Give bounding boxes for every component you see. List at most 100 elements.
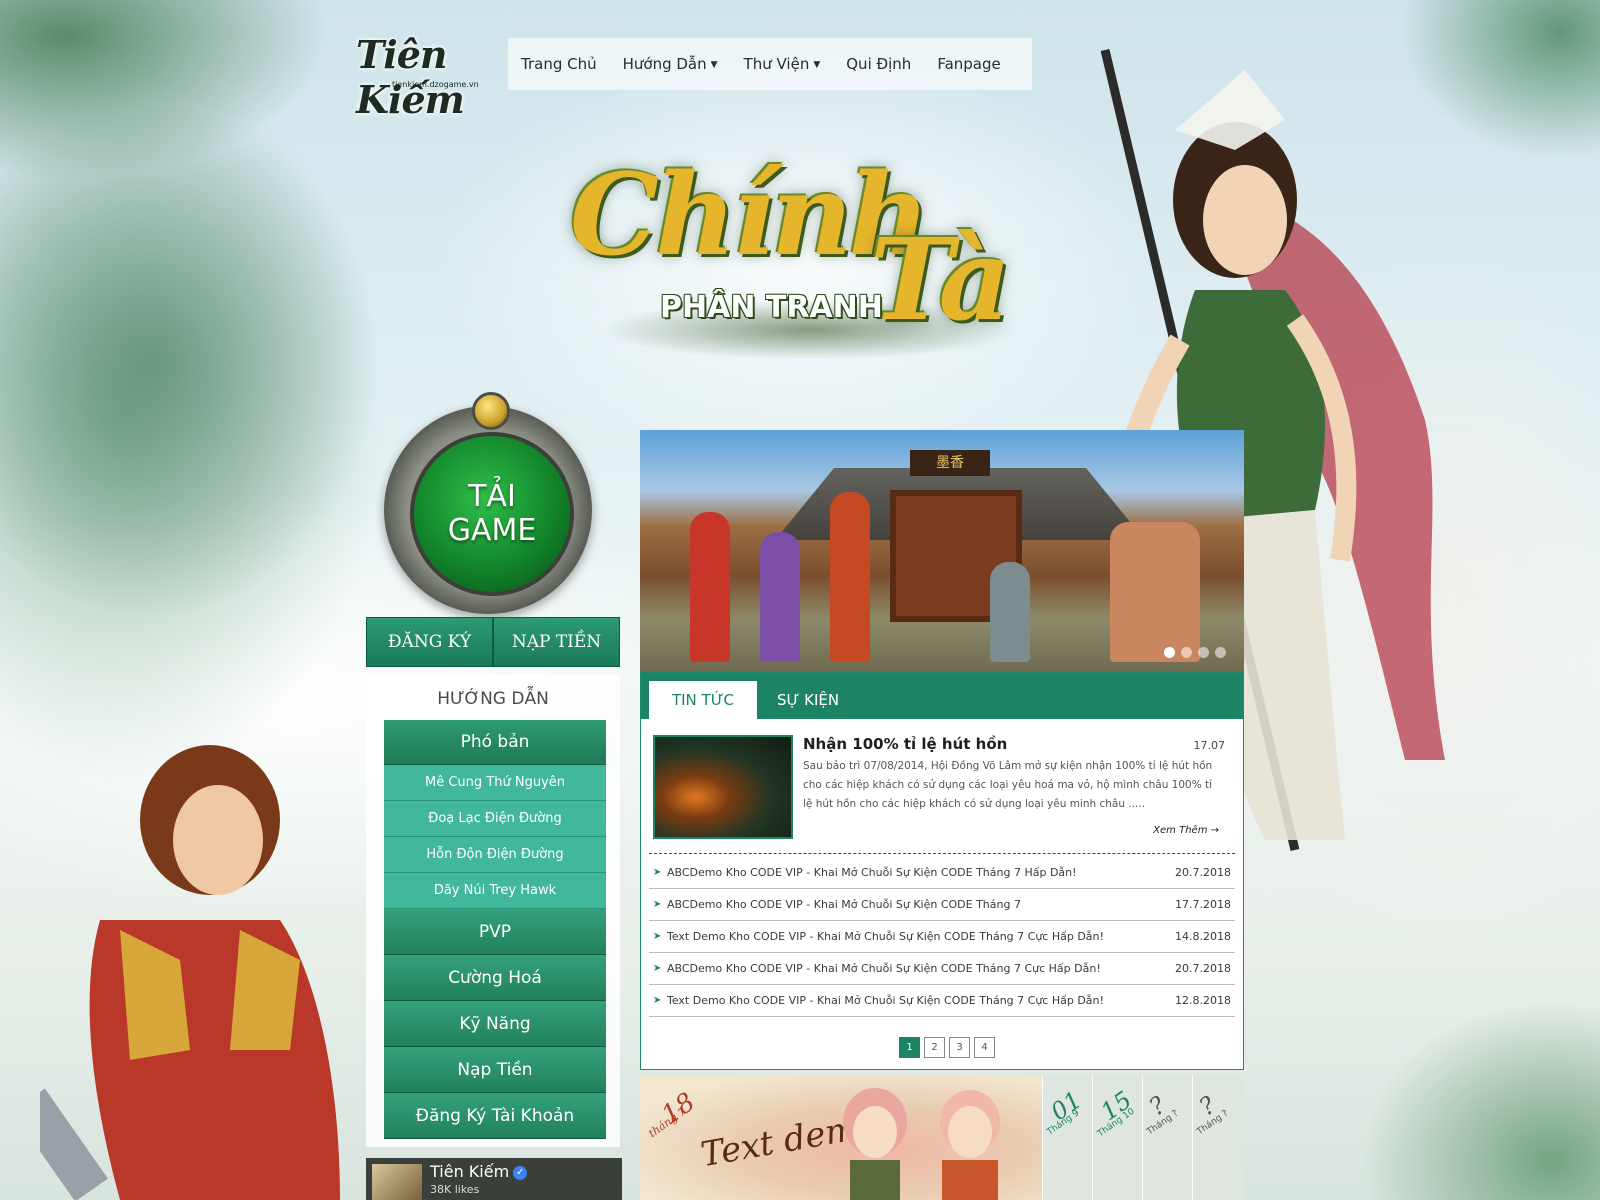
guide-sub-item[interactable]: Mê Cung Thứ Nguyên — [384, 765, 606, 801]
fanpage-name: Tiên Kiếm ✓ — [430, 1162, 528, 1181]
event-characters-art — [843, 1088, 1000, 1200]
page-button[interactable]: 1 — [899, 1037, 920, 1058]
logo-title: Tiên Kiếm — [356, 32, 465, 122]
download-line2: GAME — [447, 513, 537, 548]
topup-button[interactable]: NẠP TIỀN — [493, 617, 620, 667]
banner-character — [1110, 522, 1200, 662]
featured-news-image[interactable] — [653, 735, 793, 839]
news-row-title: Text Demo Kho CODE VIP - Khai Mở Chuỗi S… — [667, 994, 1104, 1007]
caret-down-icon: ▼ — [710, 59, 718, 70]
slider-dots — [1164, 647, 1226, 658]
account-buttons: ĐĂNG KÝ NẠP TIỀN — [366, 617, 620, 667]
download-line1: TẢI — [468, 479, 516, 514]
page-button[interactable]: 3 — [949, 1037, 970, 1058]
news-row-title: ABCDemo Kho CODE VIP - Khai Mở Chuỗi Sự … — [667, 866, 1077, 879]
caret-down-icon: ▼ — [813, 59, 821, 70]
guide-item-enhance[interactable]: Cường Hoá — [384, 955, 606, 1001]
events-strip: 18 tháng 7 Text demo 01 Tháng 9 15 Tháng… — [640, 1076, 1244, 1200]
arrow-right-icon: ➤ — [653, 867, 662, 878]
news-row[interactable]: ➤ ABCDemo Kho CODE VIP - Khai Mở Chuỗi S… — [649, 953, 1235, 985]
guide-sub-item[interactable]: Đoạ Lạc Điện Đường — [384, 801, 606, 837]
banner-character — [990, 562, 1030, 662]
nav-item-label: Fanpage — [937, 55, 1001, 73]
gem-icon — [472, 392, 510, 430]
read-more-link[interactable]: Xem Thêm → — [1153, 825, 1219, 836]
logo-subtitle: tienkiem.dzogame.vn — [392, 80, 479, 89]
news-row[interactable]: ➤ ABCDemo Kho CODE VIP - Khai Mở Chuỗi S… — [649, 857, 1235, 889]
fanpage-widget[interactable]: Tiên Kiếm ✓ 38K likes — [366, 1158, 622, 1200]
download-emblem: TẢI GAME — [366, 392, 610, 618]
news-row-title: ABCDemo Kho CODE VIP - Khai Mở Chuỗi Sự … — [667, 898, 1021, 911]
fanpage-likes: 38K likes — [430, 1183, 480, 1196]
nav-item-fanpage[interactable]: Fanpage — [924, 55, 1013, 73]
guide-item-topup[interactable]: Nạp Tiền — [384, 1047, 606, 1093]
guide-item-skills[interactable]: Kỹ Năng — [384, 1001, 606, 1047]
arrow-right-icon: ➤ — [653, 995, 662, 1006]
news-row-date: 12.8.2018 — [1175, 994, 1231, 1007]
news-row[interactable]: ➤ Text Demo Kho CODE VIP - Khai Mở Chuỗi… — [649, 985, 1235, 1017]
guide-section-dungeon[interactable]: Phó bản — [384, 720, 606, 765]
hero-title-subtitle: PHÂN TRANH — [660, 290, 883, 325]
featured-news-description: Sau bảo trì 07/08/2014, Hội Đồng Võ Lâm … — [803, 760, 1213, 810]
news-row-title: ABCDemo Kho CODE VIP - Khai Mở Chuỗi Sự … — [667, 962, 1101, 975]
guide-sidebar: HƯỚNG DẪN Phó bản Mê Cung Thứ Nguyên Đoạ… — [366, 675, 620, 1147]
news-row[interactable]: ➤ Text Demo Kho CODE VIP - Khai Mở Chuỗi… — [649, 921, 1235, 953]
news-divider — [649, 853, 1235, 854]
nav-item-rules[interactable]: Qui Định — [833, 55, 924, 73]
nav-item-label: Qui Định — [846, 55, 912, 73]
tab-news[interactable]: TIN TỨC — [649, 681, 757, 719]
news-panel: TIN TỨC SỰ KIỆN Nhận 100% tỉ lệ hút hồn … — [640, 672, 1244, 1070]
guide-item-pvp[interactable]: PVP — [384, 909, 606, 955]
slider-dot[interactable] — [1198, 647, 1209, 658]
banner-sign: 墨香 — [910, 450, 990, 476]
nav-item-guide[interactable]: Hướng Dẫn ▼ — [610, 55, 731, 73]
arrow-right-icon: ➤ — [653, 899, 662, 910]
guide-sub-item[interactable]: Dãy Núi Trey Hawk — [384, 873, 606, 909]
event-tile[interactable]: 01 Tháng 9 — [1042, 1076, 1093, 1200]
news-row-title: Text Demo Kho CODE VIP - Khai Mở Chuỗi S… — [667, 930, 1104, 943]
register-button[interactable]: ĐĂNG KÝ — [366, 617, 493, 667]
featured-news-title[interactable]: Nhận 100% tỉ lệ hút hồn — [803, 735, 1007, 753]
news-row-date: 20.7.2018 — [1175, 866, 1231, 879]
arrow-right-icon: ➤ — [653, 931, 662, 942]
news-tabs: TIN TỨC SỰ KIỆN — [641, 673, 1243, 719]
event-tile[interactable]: 15 Tháng 10 — [1092, 1076, 1143, 1200]
page-button[interactable]: 2 — [924, 1037, 945, 1058]
nav-item-home[interactable]: Trang Chủ — [508, 55, 610, 73]
download-game-button[interactable]: TẢI GAME — [410, 432, 574, 596]
site-logo[interactable]: Tiên Kiếm tienkiem.dzogame.vn — [352, 16, 512, 122]
hero-title-line2: Tà — [870, 215, 1011, 346]
event-feature[interactable]: 18 tháng 7 Text demo — [640, 1076, 1042, 1200]
foliage-bottom-right — [1360, 1000, 1600, 1200]
banner-character — [760, 532, 800, 662]
event-tile[interactable]: ? Tháng ? — [1142, 1076, 1193, 1200]
guide-title: HƯỚNG DẪN — [437, 689, 549, 709]
banner-slider[interactable]: 墨香 — [640, 430, 1244, 672]
hero-character-art — [40, 745, 340, 1200]
main-nav: Trang Chủ Hướng Dẫn ▼ Thư Viện ▼ Qui Định … — [508, 38, 1032, 90]
nav-item-label: Thư Viện — [743, 55, 810, 73]
nav-item-library[interactable]: Thư Viện ▼ — [731, 55, 834, 73]
nav-item-label: Hướng Dẫn — [622, 55, 707, 73]
background-cliff — [0, 100, 380, 620]
news-list: ➤ ABCDemo Kho CODE VIP - Khai Mở Chuỗi S… — [649, 857, 1235, 1017]
tab-events[interactable]: SỰ KIỆN — [777, 681, 839, 719]
guide-sub-item[interactable]: Hỗn Độn Điện Đường — [384, 837, 606, 873]
banner-character — [690, 512, 730, 662]
featured-news-date: 17.07 — [1193, 739, 1226, 752]
guide-menu: Phó bản Mê Cung Thứ Nguyên Đoạ Lạc Điện … — [384, 720, 606, 1139]
news-row[interactable]: ➤ ABCDemo Kho CODE VIP - Khai Mở Chuỗi S… — [649, 889, 1235, 921]
slider-dot[interactable] — [1215, 647, 1226, 658]
verified-icon: ✓ — [513, 1165, 528, 1180]
news-row-date: 17.7.2018 — [1175, 898, 1231, 911]
news-row-date: 20.7.2018 — [1175, 962, 1231, 975]
news-pagination: 1 2 3 4 — [899, 1037, 995, 1058]
slider-dot[interactable] — [1164, 647, 1175, 658]
news-row-date: 14.8.2018 — [1175, 930, 1231, 943]
guide-item-register[interactable]: Đăng Ký Tài Khoản — [384, 1093, 606, 1139]
slider-dot[interactable] — [1181, 647, 1192, 658]
event-tile[interactable]: ? Tháng ? — [1192, 1076, 1243, 1200]
fanpage-name-text: Tiên Kiếm — [430, 1162, 510, 1181]
arrow-right-icon: ➤ — [653, 963, 662, 974]
page-button[interactable]: 4 — [974, 1037, 995, 1058]
